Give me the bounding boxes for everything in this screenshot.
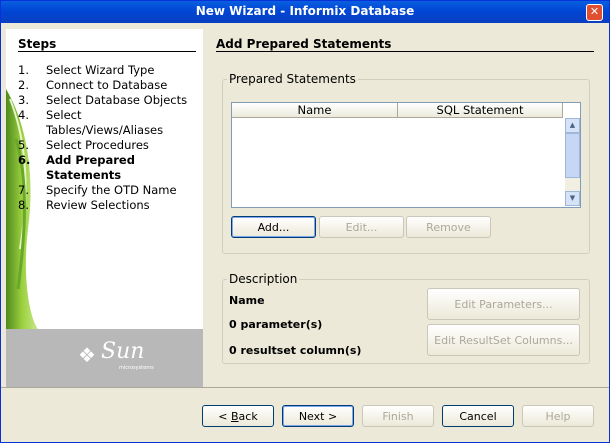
next-button[interactable]: Next >	[282, 405, 354, 427]
page-title-divider	[216, 51, 594, 52]
step-label: Select Database Objects	[46, 93, 188, 107]
step-item: 2. Connect to Database	[18, 78, 198, 93]
edit-button[interactable]: Edit...	[319, 216, 404, 238]
step-label: Select Tables/Views/Aliases	[46, 108, 164, 137]
step-number: 5.	[18, 138, 29, 152]
close-icon: ✕	[589, 5, 600, 18]
step-label: Review Selections	[46, 198, 150, 212]
back-prefix: <	[218, 410, 231, 423]
step-number: 2.	[18, 78, 29, 92]
sun-logo-icon: ❖	[78, 343, 96, 367]
step-item: 3. Select Database Objects	[18, 93, 198, 108]
sun-logo-subtext: microsystems	[119, 365, 154, 371]
prepared-statements-table[interactable]: Name SQL Statement ▲ ▼	[231, 102, 581, 208]
step-number: 8.	[18, 198, 29, 212]
step-label: Select Procedures	[46, 138, 149, 152]
remove-button[interactable]: Remove	[406, 216, 491, 238]
title-bar[interactable]: New Wizard - Informix Database ✕	[1, 1, 609, 23]
content-panel: Add Prepared Statements Prepared Stateme…	[216, 29, 596, 379]
close-button[interactable]: ✕	[586, 4, 603, 21]
footer-divider	[1, 387, 609, 388]
column-header-sql-statement[interactable]: SQL Statement	[398, 103, 563, 118]
edit-parameters-button[interactable]: Edit Parameters...	[427, 288, 580, 320]
step-item: 6. Add Prepared Statements	[18, 153, 198, 183]
step-number: 4.	[18, 108, 29, 122]
wizard-window: New Wizard - Informix Database ✕ Steps 1…	[0, 0, 610, 443]
steps-panel: Steps 1. Select Wizard Type 2. Connect to D…	[6, 29, 203, 387]
description-group: Description Name 0 parameter(s) 0 result…	[222, 272, 590, 364]
step-item: 1. Select Wizard Type	[18, 63, 198, 78]
step-item: 5. Select Procedures	[18, 138, 198, 153]
back-button[interactable]: < Back	[202, 405, 274, 427]
step-number: 1.	[18, 63, 29, 77]
prepared-statements-legend: Prepared Statements	[229, 72, 356, 86]
step-number: 3.	[18, 93, 29, 107]
description-legend: Description	[229, 272, 298, 286]
scroll-down-arrow-icon[interactable]: ▼	[565, 191, 580, 206]
step-label: Add Prepared Statements	[46, 153, 135, 182]
resultset-count-label: 0 resultset column(s)	[229, 344, 362, 357]
column-header-name[interactable]: Name	[232, 103, 398, 118]
help-button[interactable]: Help	[522, 405, 594, 427]
back-label-rest: ack	[238, 410, 258, 423]
steps-heading: Steps	[18, 37, 57, 51]
cancel-button[interactable]: Cancel	[442, 405, 514, 427]
step-item: 4. Select Tables/Views/Aliases	[18, 108, 198, 138]
step-item: 8. Review Selections	[18, 198, 198, 213]
scroll-thumb[interactable]	[565, 133, 580, 178]
edit-resultset-columns-button[interactable]: Edit ResultSet Columns...	[427, 324, 580, 356]
page-title: Add Prepared Statements	[216, 37, 392, 51]
step-number: 7.	[18, 183, 29, 197]
step-label: Connect to Database	[46, 78, 168, 92]
finish-button[interactable]: Finish	[362, 405, 434, 427]
statement-name-label: Name	[229, 294, 265, 307]
step-label: Select Wizard Type	[46, 63, 155, 77]
add-button[interactable]: Add...	[231, 216, 316, 238]
sun-logo-text: Sun	[101, 339, 145, 364]
back-mnemonic: B	[231, 410, 239, 423]
step-number: 6.	[18, 153, 31, 167]
sun-logo-area: ❖ Sun microsystems	[6, 329, 203, 387]
steps-divider	[18, 51, 196, 52]
prepared-statements-group: Prepared Statements Name SQL Statement ▲…	[222, 72, 590, 254]
window-title: New Wizard - Informix Database	[195, 4, 415, 18]
step-item: 7. Specify the OTD Name	[18, 183, 198, 198]
parameter-count-label: 0 parameter(s)	[229, 318, 323, 331]
table-vertical-scrollbar[interactable]: ▲ ▼	[565, 118, 580, 206]
scroll-up-arrow-icon[interactable]: ▲	[565, 118, 580, 133]
steps-list: 1. Select Wizard Type 2. Connect to Databas…	[18, 63, 198, 213]
step-label: Specify the OTD Name	[46, 183, 177, 197]
